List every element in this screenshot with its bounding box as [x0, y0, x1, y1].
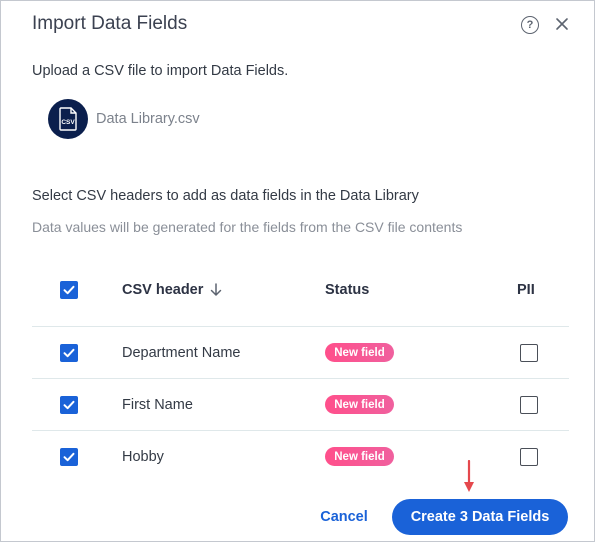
create-data-fields-button[interactable]: Create 3 Data Fields [392, 499, 568, 535]
column-header-csv-header[interactable]: CSV header [122, 282, 222, 298]
pii-checkbox[interactable] [520, 396, 538, 414]
help-icon[interactable]: ? [521, 16, 539, 34]
check-icon [63, 348, 75, 358]
table-row-name: Hobby [122, 449, 164, 465]
upload-instructions: Upload a CSV file to import Data Fields. [32, 63, 289, 79]
close-icon[interactable] [554, 16, 570, 32]
status-badge: New field [325, 343, 394, 362]
check-icon [63, 452, 75, 462]
select-all-checkbox[interactable] [60, 281, 78, 299]
column-header-csv-header-label: CSV header [122, 282, 204, 298]
arrow-down-icon [211, 283, 222, 296]
import-data-fields-dialog: Import Data Fields ? Upload a CSV file t… [0, 0, 595, 542]
row-divider [32, 326, 569, 327]
dialog-title: Import Data Fields [32, 13, 188, 34]
table-row-name: First Name [122, 397, 193, 413]
row-select-checkbox[interactable] [60, 448, 78, 466]
status-badge: New field [325, 447, 394, 466]
row-divider [32, 430, 569, 431]
file-name: Data Library.csv [96, 111, 200, 127]
row-select-checkbox[interactable] [60, 344, 78, 362]
cancel-button[interactable]: Cancel [311, 501, 377, 533]
table-row-name: Department Name [122, 345, 241, 361]
select-headers-text: Select CSV headers to add as data fields… [32, 188, 419, 204]
status-badge: New field [325, 395, 394, 414]
data-values-hint: Data values will be generated for the fi… [32, 219, 463, 235]
column-header-status: Status [325, 282, 370, 298]
pii-checkbox[interactable] [520, 448, 538, 466]
pii-checkbox[interactable] [520, 344, 538, 362]
column-header-pii: PII [517, 282, 535, 298]
row-divider [32, 378, 569, 379]
check-icon [63, 400, 75, 410]
red-arrow-down-icon [464, 460, 474, 492]
row-select-checkbox[interactable] [60, 396, 78, 414]
csv-file-icon-label: CSV [61, 119, 75, 126]
check-icon [63, 285, 75, 295]
csv-file-icon: CSV [48, 99, 88, 139]
